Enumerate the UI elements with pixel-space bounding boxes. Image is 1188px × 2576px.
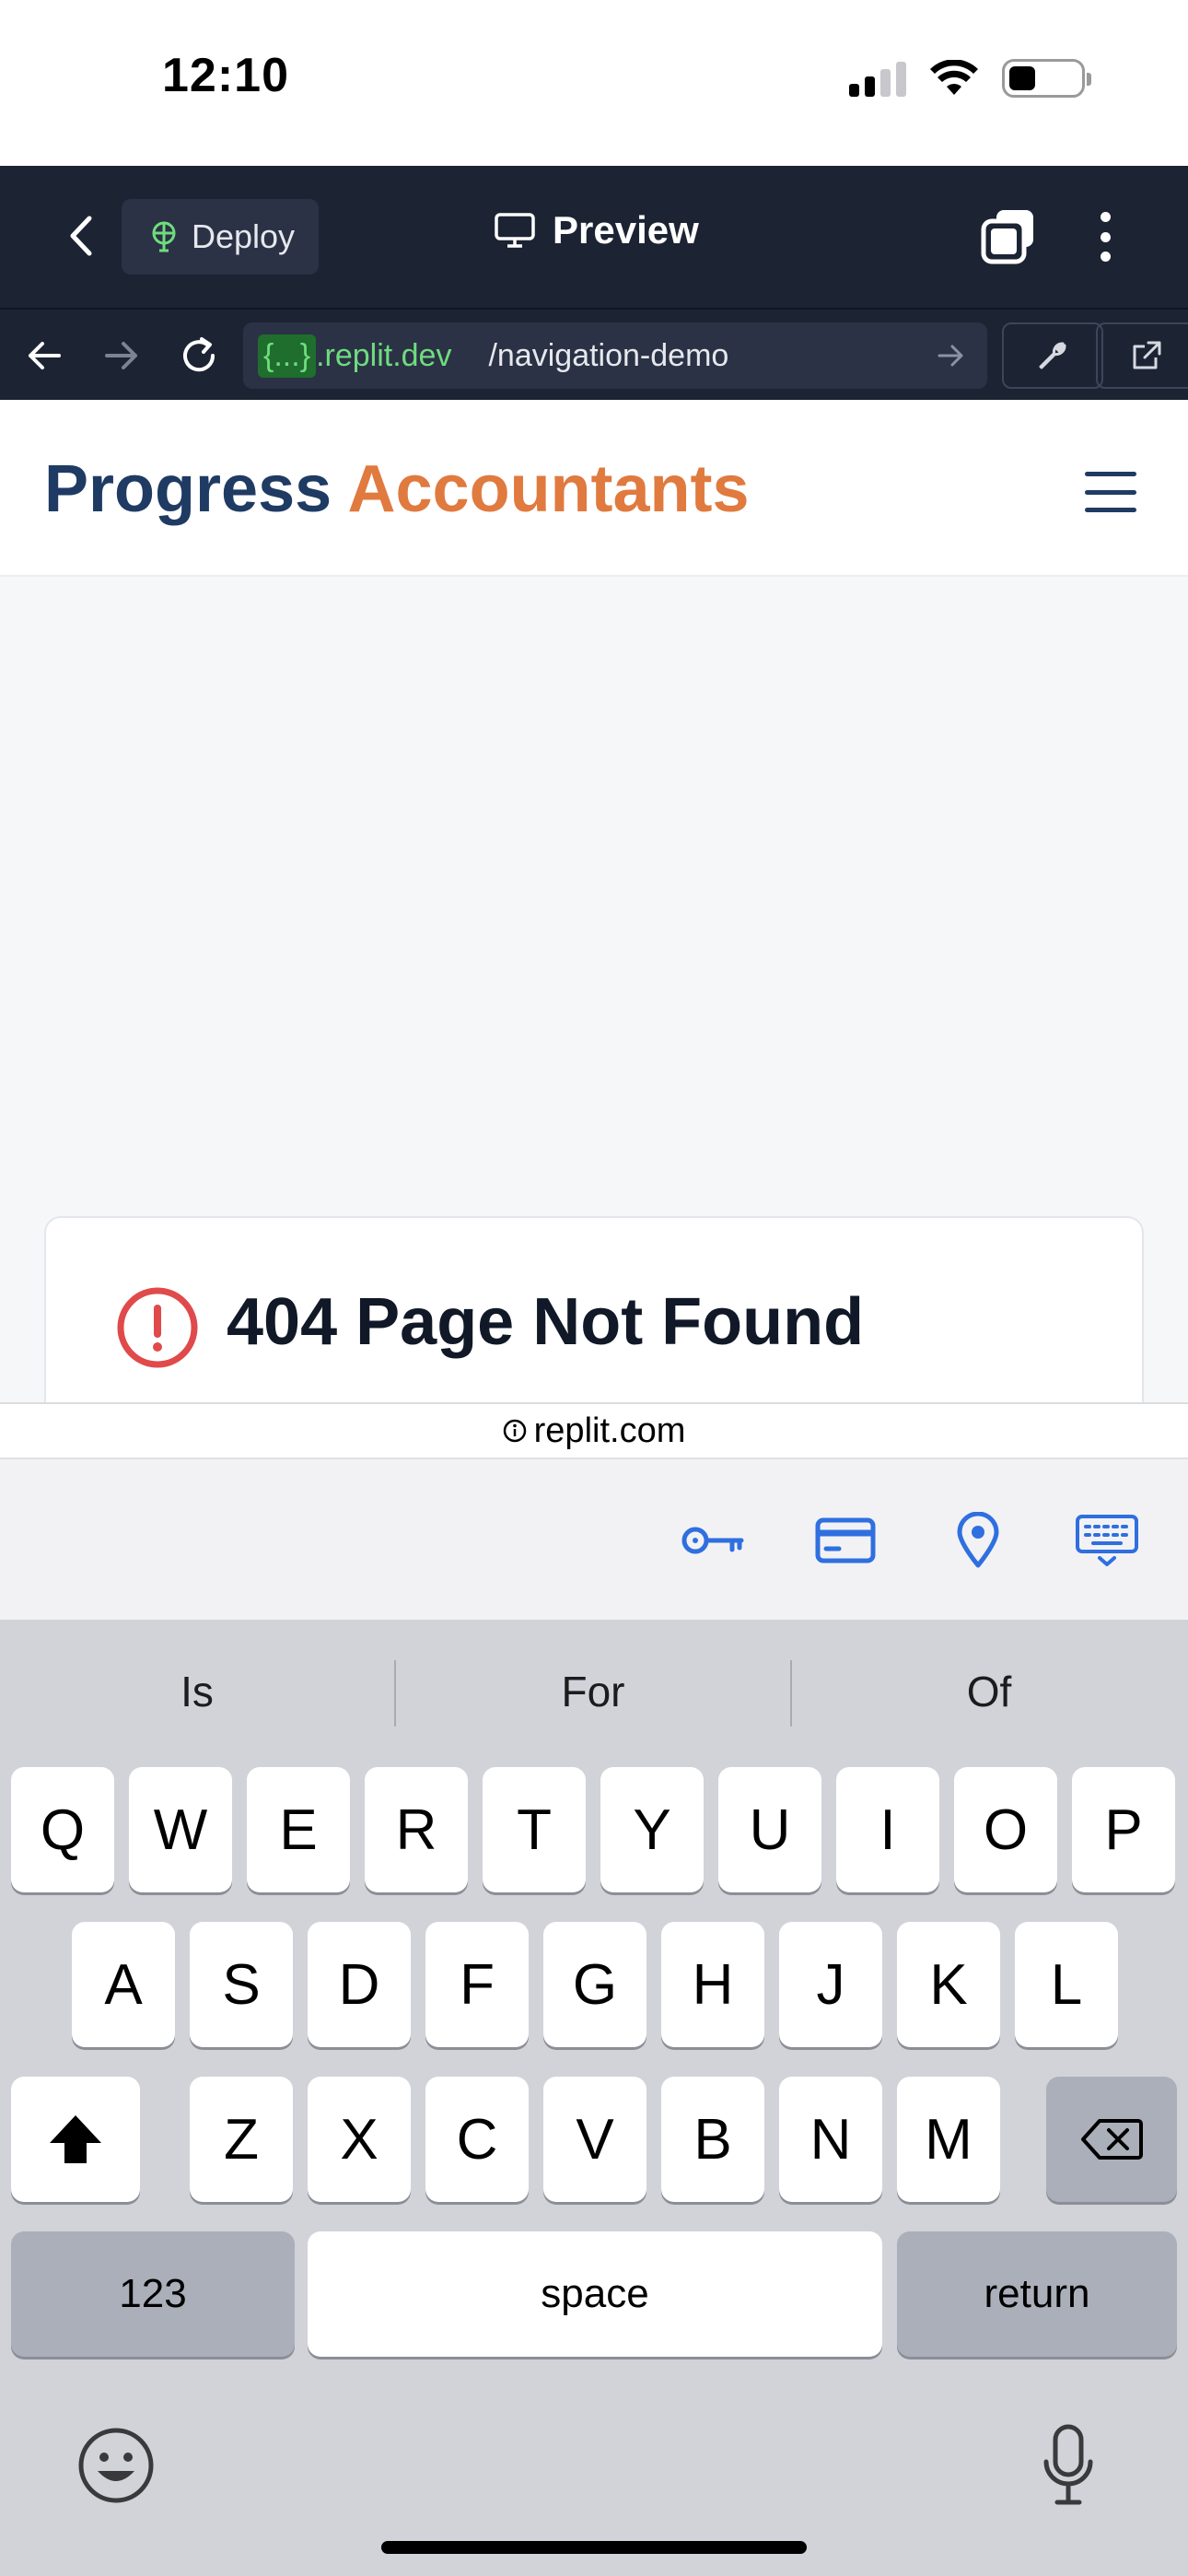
key-x[interactable]: X [308,2077,411,2202]
numbers-key[interactable]: 123 [11,2231,295,2357]
preview-tab[interactable]: Preview [494,208,699,252]
suggestion-item[interactable]: Of [792,1657,1186,1727]
key-u[interactable]: U [718,1767,821,1892]
chevron-left-icon [70,216,92,256]
key-i[interactable]: I [836,1767,939,1892]
home-indicator[interactable] [381,2541,807,2554]
deploy-label: Deploy [192,217,296,255]
ios-keyboard: Is For Of Q W E R T Y U I O P A S D F G … [0,1620,1188,2576]
delete-key[interactable] [1046,2077,1177,2202]
more-dot-icon [1100,231,1111,242]
shift-icon [50,2115,101,2163]
key-j[interactable]: J [779,1922,882,2047]
hamburger-menu-icon[interactable] [1085,472,1136,512]
status-bar: 12:10 [0,0,1188,166]
reload-button[interactable] [175,332,223,380]
key-k[interactable]: K [897,1922,1000,2047]
key-n[interactable]: N [779,2077,882,2202]
location-button[interactable] [945,1507,1011,1574]
status-time: 12:10 [162,49,289,102]
devtools-button[interactable] [1002,322,1103,389]
deploy-globe-icon [152,221,176,252]
cellular-signal-icon [849,60,906,97]
browser-back-button[interactable] [20,332,68,380]
site-brand-logo[interactable]: Progress Accountants [44,451,750,527]
key-p[interactable]: P [1072,1767,1175,1892]
url-path: /navigation-demo [488,337,729,373]
url-domain: .replit.dev [316,337,452,373]
key-w[interactable]: W [129,1767,232,1892]
space-key[interactable]: space [308,2231,882,2357]
info-icon [503,1419,526,1443]
browser-forward-button[interactable] [98,332,146,380]
key-o[interactable]: O [954,1767,1057,1892]
deploy-button[interactable]: Deploy [122,199,319,275]
alert-circle-icon [117,1287,198,1368]
key-b[interactable]: B [661,2077,764,2202]
monitor-icon [495,213,535,248]
key-a[interactable]: A [72,1922,175,2047]
key-t[interactable]: T [483,1767,586,1892]
reload-icon [183,337,215,372]
page-domain-strip[interactable]: replit.com [0,1402,1188,1458]
error-card: 404 Page Not Found [44,1216,1144,1402]
wifi-icon [930,60,978,95]
keyboard-icon [1076,1515,1138,1566]
key-c[interactable]: C [425,2077,529,2202]
arrow-left-icon [29,342,61,369]
open-external-button[interactable] [1096,322,1188,389]
emoji-icon[interactable] [77,2427,155,2504]
key-g[interactable]: G [543,1922,646,2047]
more-dot-icon [1100,252,1111,262]
autofill-bar [0,1458,1188,1620]
domain-label: replit.com [533,1411,686,1450]
site-header: Progress Accountants [0,400,1188,577]
key-z[interactable]: Z [190,2077,293,2202]
go-arrow-icon[interactable] [932,337,969,374]
suggestion-item[interactable]: For [396,1657,790,1727]
brand-accent-text: Accountants [347,452,750,526]
battery-icon [1002,59,1091,98]
error-title: 404 Page Not Found [227,1285,865,1359]
hide-keyboard-button[interactable] [1074,1507,1140,1574]
credit-card-button[interactable] [812,1507,879,1574]
shift-key[interactable] [11,2077,140,2202]
key-r[interactable]: R [365,1767,468,1892]
location-pin-icon [957,1512,999,1568]
external-link-icon [1133,341,1161,369]
wrench-icon [1039,342,1066,369]
more-dot-icon [1100,212,1111,222]
page-content: 404 Page Not Found [0,577,1188,1402]
key-q[interactable]: Q [11,1767,114,1892]
url-bar: {...} .replit.dev /navigation-demo [0,308,1188,400]
key-icon [681,1527,744,1554]
key-e[interactable]: E [247,1767,350,1892]
suggestion-item[interactable]: Is [0,1657,394,1727]
tabs-icon [981,210,1033,264]
key-y[interactable]: Y [600,1767,704,1892]
key-v[interactable]: V [543,2077,646,2202]
url-input[interactable]: {...} .replit.dev /navigation-demo [243,322,987,389]
url-domain-tag: {...} [258,334,317,378]
key-s[interactable]: S [190,1922,293,2047]
tabs-button[interactable] [978,206,1039,267]
return-key[interactable]: return [897,2231,1177,2357]
microphone-icon[interactable] [1041,2423,1096,2508]
passwords-button[interactable] [680,1507,746,1574]
credit-card-icon [815,1517,876,1563]
quicktype-suggestions: Is For Of [0,1620,1188,1763]
preview-label: Preview [553,208,699,252]
backspace-icon [1081,2119,1143,2160]
replit-toolbar: Deploy Preview [0,166,1188,308]
status-icons [849,59,1091,98]
key-l[interactable]: L [1015,1922,1118,2047]
back-button[interactable] [53,208,109,263]
key-h[interactable]: H [661,1922,764,2047]
key-d[interactable]: D [308,1922,411,2047]
key-m[interactable]: M [897,2077,1000,2202]
key-f[interactable]: F [425,1922,529,2047]
brand-primary-text: Progress [44,452,332,526]
arrow-right-icon [105,342,137,369]
more-options-button[interactable] [1087,206,1124,267]
